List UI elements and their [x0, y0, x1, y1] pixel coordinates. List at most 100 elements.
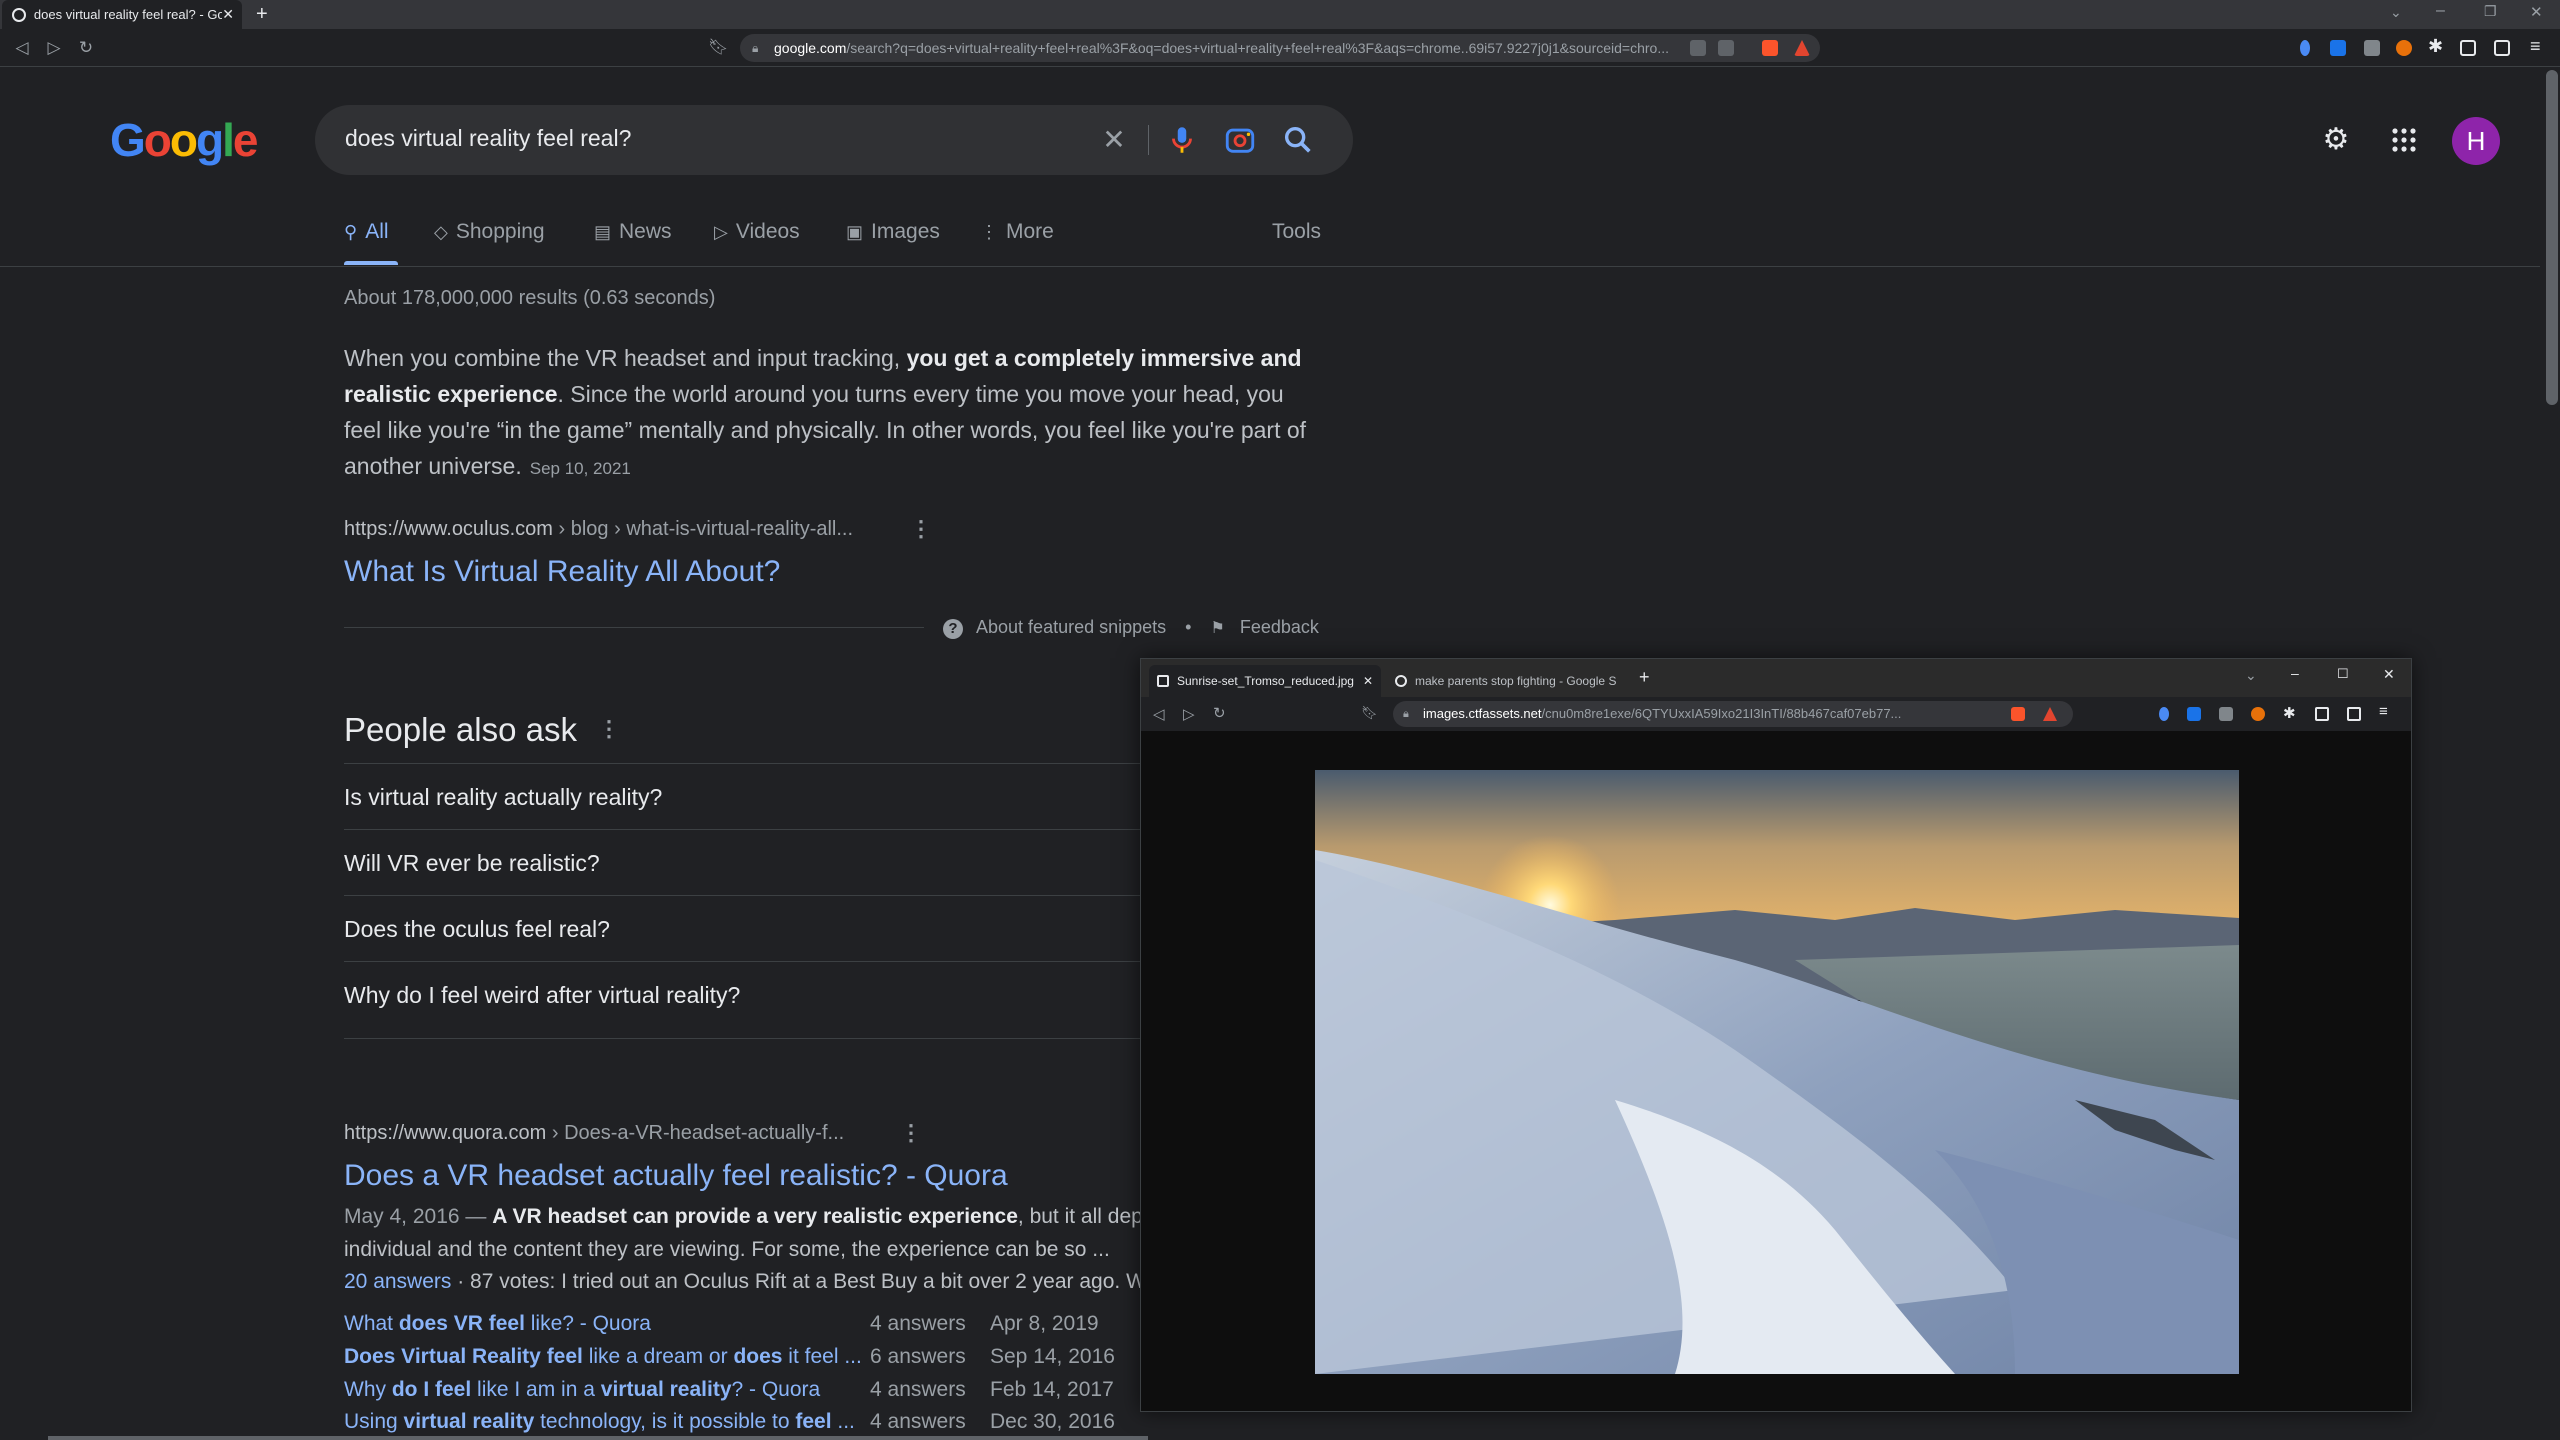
about-snippets-link[interactable]: About featured snippets — [976, 617, 1166, 637]
tab-search-icon[interactable]: ⌄ — [2390, 4, 2402, 21]
forward-icon[interactable]: ▷ — [44, 38, 64, 58]
paa-question[interactable]: Will VR ever be realistic? — [344, 829, 1144, 895]
quora-answers-link[interactable]: 20 answers — [344, 1270, 451, 1293]
extensions-puzzle-icon[interactable]: ✱ — [2283, 704, 2296, 722]
close-window-icon[interactable]: ✕ — [2383, 666, 2395, 683]
window-url-path: /cnu0m8re1exe/6QTYUxxIA59Ixo21I3InTI/88b… — [1541, 706, 1902, 721]
bookmark-icon[interactable]: 🔖︎ — [708, 37, 728, 57]
extension-drop-icon[interactable] — [2159, 707, 2169, 721]
search-input[interactable]: does virtual reality feel real? — [345, 125, 631, 152]
maximize-icon[interactable]: ☐ — [2337, 666, 2349, 682]
restore-icon[interactable]: ❐ — [2484, 3, 2497, 20]
tab-more[interactable]: ⋮ More — [980, 220, 1054, 244]
sub-text: Why — [344, 1378, 392, 1401]
tab-videos[interactable]: ▷ Videos — [714, 220, 800, 244]
tab-all[interactable]: ⚲ All — [344, 220, 389, 244]
extension-zoom-icon[interactable] — [2330, 40, 2346, 56]
clear-icon[interactable]: ✕ — [1097, 123, 1131, 157]
help-icon[interactable]: ? — [943, 619, 963, 639]
extension-drop-icon[interactable] — [2300, 40, 2310, 56]
settings-gear-icon[interactable]: ⚙ — [2318, 122, 2354, 158]
sidebar-icon[interactable] — [2460, 40, 2476, 56]
quora-more-icon[interactable]: ⋮ — [900, 1120, 922, 1146]
tab-shopping[interactable]: ◇ Shopping — [434, 220, 545, 244]
close-window-icon[interactable]: ✕ — [2530, 3, 2543, 21]
search-box[interactable]: does virtual reality feel real? ✕ — [315, 105, 1353, 175]
scrollbar-thumb[interactable] — [2546, 70, 2558, 405]
close-tab-icon[interactable]: ✕ — [1363, 674, 1373, 688]
close-tab-icon[interactable]: ✕ — [222, 6, 234, 23]
quora-sub-link[interactable]: Why do I feel like I am in a virtual rea… — [344, 1378, 820, 1402]
extension-note-icon[interactable] — [2364, 40, 2380, 56]
tab-more-label: More — [1006, 220, 1054, 243]
extensions-puzzle-icon[interactable]: ✱ — [2428, 36, 2443, 57]
new-tab-button[interactable]: + — [1639, 667, 1650, 688]
reload-icon[interactable]: ↻ — [1213, 704, 1226, 722]
apps-grid-icon[interactable] — [2386, 122, 2422, 158]
quora-sub-link[interactable]: What does VR feel like? - Quora — [344, 1312, 651, 1336]
snippet-result-title[interactable]: What Is Virtual Reality All About? — [344, 555, 780, 589]
back-icon[interactable]: ◁ — [12, 38, 32, 58]
window-tab-image-title: Sunrise-set_Tromso_reduced.jpg — [1177, 674, 1354, 688]
window-address-bar[interactable]: 🔒︎ images.ctfassets.net/cnu0m8re1exe/6QT… — [1393, 701, 2073, 727]
reload-icon[interactable]: ↻ — [76, 38, 96, 58]
quora-sub-link[interactable]: Using virtual reality technology, is it … — [344, 1410, 855, 1434]
tag-icon: ◇ — [434, 222, 448, 242]
window-url-host: images.ctfassets.net — [1423, 706, 1542, 721]
logo-letter: l — [222, 114, 235, 166]
feedback-flag-icon[interactable]: ⚑ — [1211, 620, 1225, 637]
paa-question[interactable]: Is virtual reality actually reality? — [344, 763, 1144, 829]
extension-note-icon[interactable] — [2219, 707, 2233, 721]
more-options-icon[interactable]: ⋮ — [910, 516, 932, 542]
paa-question[interactable]: Does the oculus feel real? — [344, 895, 1144, 961]
extension-orange-icon[interactable] — [2396, 40, 2412, 56]
tab-news[interactable]: ▤ News — [594, 220, 672, 244]
tab-images[interactable]: ▣ Images — [846, 220, 940, 244]
minimize-icon[interactable]: – — [2436, 2, 2445, 20]
tab-news-label: News — [619, 220, 672, 243]
back-icon[interactable]: ◁ — [1153, 705, 1165, 723]
horizontal-scrollbar[interactable] — [48, 1436, 1148, 1440]
address-bar[interactable]: 🔒︎ google.com/search?q=does+virtual+real… — [740, 34, 1820, 62]
extension-orange-icon[interactable] — [2251, 707, 2265, 721]
avatar[interactable]: H — [2452, 117, 2500, 165]
browser-tab-strip: does virtual reality feel real? - Go ✕ +… — [0, 0, 2560, 29]
sub-bold: Does Virtual Reality feel — [344, 1345, 583, 1368]
brave-shield-icon[interactable] — [1762, 40, 1778, 56]
feedback-link[interactable]: Feedback — [1240, 617, 1319, 637]
tab-search-icon[interactable]: ⌄ — [2245, 667, 2257, 684]
snippet-cite[interactable]: https://www.oculus.com › blog › what-is-… — [344, 518, 853, 541]
forward-icon[interactable]: ▷ — [1183, 705, 1195, 723]
paa-more-icon[interactable]: ⋮ — [598, 716, 620, 742]
lens-icon[interactable] — [1223, 123, 1257, 157]
menu-icon[interactable]: ≡ — [2379, 703, 2388, 720]
new-tab-button[interactable]: + — [256, 3, 268, 26]
window-tab-image[interactable]: Sunrise-set_Tromso_reduced.jpg ✕ — [1149, 665, 1381, 697]
lock-icon: 🔒︎ — [752, 41, 759, 55]
browser-tab-active[interactable]: does virtual reality feel real? - Go ✕ — [2, 0, 242, 29]
sub-text: like a dream or — [582, 1345, 734, 1368]
sidebar-icon[interactable] — [2315, 707, 2329, 721]
extension-zoom-icon[interactable] — [2187, 707, 2201, 721]
wallet-icon[interactable] — [2494, 40, 2510, 56]
quora-result-title[interactable]: Does a VR headset actually feel realisti… — [344, 1159, 1008, 1193]
snow-landscape-photo[interactable] — [1315, 770, 2239, 1374]
bookmark-icon[interactable]: 🔖︎ — [1361, 705, 1378, 721]
quora-sub-link[interactable]: Does Virtual Reality feel like a dream o… — [344, 1345, 862, 1369]
window-tab-google[interactable]: make parents stop fighting - Google S — [1387, 665, 1619, 697]
voice-search-icon[interactable] — [1165, 123, 1199, 157]
sub-text: ? - Quora — [731, 1378, 821, 1401]
menu-icon[interactable]: ≡ — [2530, 36, 2541, 57]
zoom-icon[interactable] — [1690, 40, 1706, 56]
wallet-icon[interactable] — [2347, 707, 2361, 721]
paa-question[interactable]: Why do I feel weird after virtual realit… — [344, 961, 1144, 1027]
brave-shield-icon[interactable] — [2011, 707, 2025, 721]
quora-cite[interactable]: https://www.quora.com › Does-a-VR-headse… — [344, 1122, 844, 1145]
tools-button[interactable]: Tools — [1272, 220, 1321, 244]
google-logo[interactable]: Google — [110, 113, 258, 167]
share-icon[interactable] — [1718, 40, 1734, 56]
sub-date: Apr 8, 2019 — [990, 1312, 1099, 1335]
minimize-icon[interactable]: – — [2291, 665, 2299, 681]
sub-bold: feel — [795, 1410, 832, 1433]
search-icon[interactable] — [1281, 123, 1315, 157]
